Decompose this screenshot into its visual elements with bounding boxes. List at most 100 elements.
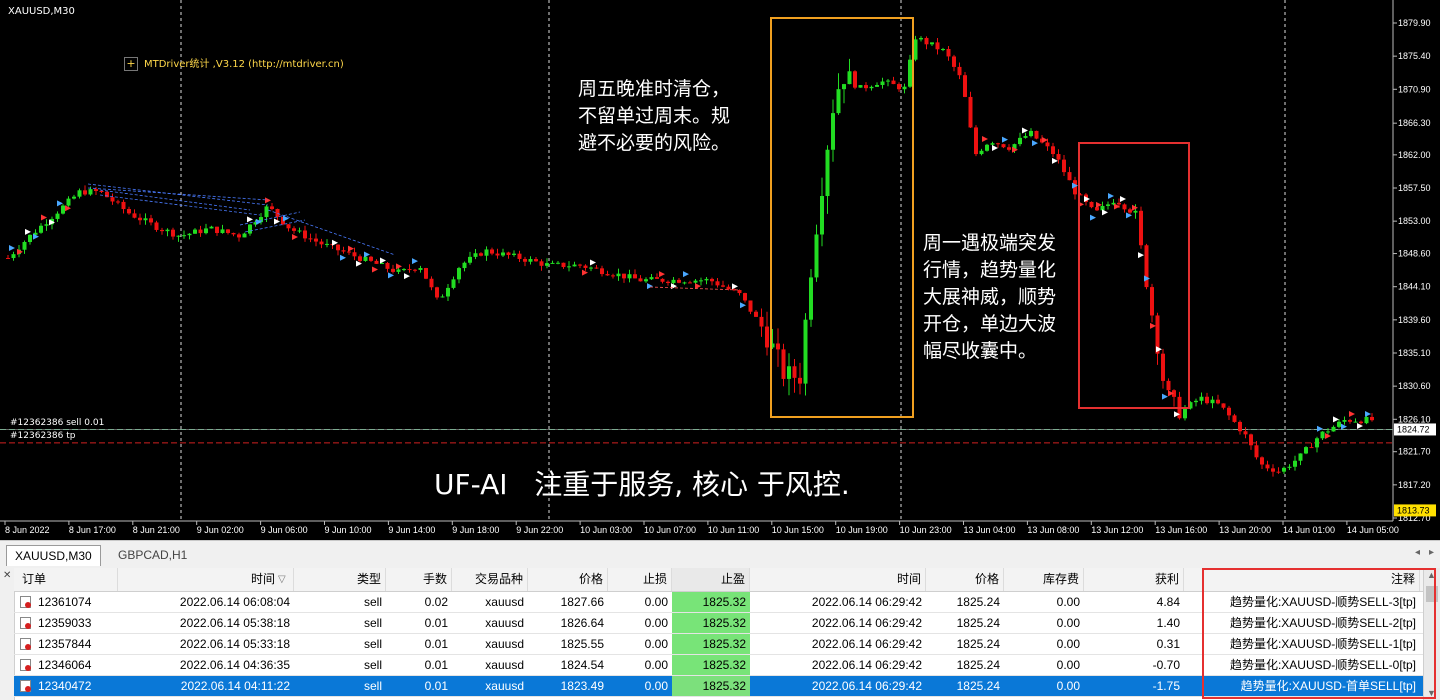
candle-body: [380, 263, 384, 265]
trade-marker: [412, 258, 418, 265]
candle-body: [1276, 471, 1281, 473]
tab-gbpcad-h1[interactable]: GBPCAD,H1: [110, 545, 195, 565]
cell-symbol: xauusd: [485, 616, 524, 630]
candle-body: [1133, 210, 1138, 213]
time-tick-label: 13 Jun 12:00: [1091, 525, 1143, 535]
candle-body: [935, 42, 940, 50]
candle-body: [578, 264, 582, 266]
table-row[interactable]: 12361074 2022.06.14 06:08:04 sell 0.02 xauus…: [14, 592, 1424, 613]
cell-profit: -1.75: [1152, 679, 1180, 693]
trade-marker: [283, 215, 289, 222]
column-header-type[interactable]: 类型: [294, 568, 386, 591]
candle-body: [556, 262, 560, 264]
column-header-open-price[interactable]: 价格: [528, 568, 608, 591]
column-header-open-time[interactable]: 时间: [118, 568, 294, 591]
table-row[interactable]: 12340472 2022.06.14 04:11:22 sell 0.01 xauus…: [14, 676, 1424, 697]
candle-body: [693, 280, 698, 283]
table-row[interactable]: 12357844 2022.06.14 05:33:18 sell 0.01 xauus…: [14, 634, 1424, 655]
candle-body: [902, 86, 907, 90]
scroll-left-icon[interactable]: ◂: [1415, 547, 1420, 558]
candle-body: [748, 300, 753, 312]
cell-close-time: 2022.06.14 06:29:42: [811, 679, 922, 693]
candle-body: [776, 343, 780, 350]
candle-body: [990, 143, 995, 145]
column-header-comment[interactable]: 注释: [1184, 568, 1420, 591]
candle-body: [545, 263, 549, 266]
price-chart[interactable]: 1879.90 1875.40 1870.90 1866.30 1862.00 1857.…: [0, 0, 1440, 540]
scroll-up-icon[interactable]: ▲: [1427, 570, 1436, 580]
candle-body: [600, 268, 604, 275]
candle-body: [589, 267, 593, 269]
candle-body: [930, 42, 934, 45]
candle-body: [836, 89, 841, 114]
candle-body: [699, 280, 703, 282]
cell-sl: 0.00: [644, 595, 668, 609]
candle-body: [1271, 468, 1275, 472]
time-tick-label: 10 Jun 11:00: [708, 525, 759, 535]
scroll-thumb[interactable]: [1426, 586, 1438, 602]
candle-body: [963, 75, 967, 97]
table-header: 订单 时间 类型 手数 交易品种 价格 止损 止盈 时间 价格 库存费 获利 注释 ▽: [14, 568, 1424, 592]
cell-type: sell: [363, 595, 382, 609]
cell-lots: 0.01: [424, 679, 448, 693]
column-header-tp[interactable]: 止盈: [672, 568, 750, 591]
annotation-friday: 周五晚准时清仓， 不留单过周末。规 避不必要的风险。: [578, 78, 731, 154]
column-header-lots[interactable]: 手数: [386, 568, 452, 591]
trade-marker: [992, 144, 998, 151]
plus-icon[interactable]: +: [124, 57, 138, 71]
friday-highlight-box: [770, 17, 914, 418]
candle-body: [1150, 287, 1154, 316]
cell-sl: 0.00: [644, 637, 668, 651]
candle-body: [341, 250, 346, 252]
time-tick-label: 9 Jun 06:00: [261, 525, 308, 535]
cell-sl: 0.00: [644, 616, 668, 630]
column-header-close-time[interactable]: 时间: [750, 568, 926, 591]
candle-body: [270, 206, 274, 209]
candle-body: [638, 278, 643, 282]
candle-body: [1315, 438, 1319, 448]
scroll-down-icon[interactable]: ▼: [1427, 688, 1436, 698]
candle-body: [402, 269, 406, 271]
candle-body: [1342, 420, 1347, 422]
candle-body: [1309, 447, 1314, 449]
candle-body: [94, 189, 98, 192]
candle-body: [347, 251, 351, 253]
time-tick-label: 9 Jun 02:00: [197, 525, 244, 535]
candle-body: [765, 326, 769, 348]
candle-body: [1260, 457, 1264, 465]
price-tick-label: 1862.00: [1398, 150, 1431, 160]
candle-body: [880, 81, 885, 85]
candle-body: [704, 278, 709, 281]
candle-body: [1183, 408, 1187, 419]
column-header-order[interactable]: 订单: [14, 568, 118, 591]
candle-body: [677, 279, 681, 283]
candle-body: [110, 197, 115, 202]
tab-xauusd-m30[interactable]: XAUUSD,M30: [6, 545, 101, 566]
candle-body: [66, 198, 71, 206]
candle-body: [121, 201, 126, 210]
table-row[interactable]: 12346064 2022.06.14 04:36:35 sell 0.01 xauus…: [14, 655, 1424, 676]
cell-profit: -0.70: [1152, 658, 1180, 672]
cell-symbol: xauusd: [485, 658, 524, 672]
column-header-swap[interactable]: 库存费: [1004, 568, 1084, 591]
trade-marker: [1317, 425, 1323, 432]
trade-marker: [25, 228, 31, 235]
column-header-sl[interactable]: 止损: [608, 568, 672, 591]
candle-body: [374, 260, 379, 264]
table-row[interactable]: 12359033 2022.06.14 05:38:18 sell 0.01 xauus…: [14, 613, 1424, 634]
candle-body: [1326, 431, 1330, 433]
table-scrollbar[interactable]: ▲ ▼: [1423, 568, 1440, 700]
candle-body: [462, 262, 467, 269]
cell-tp: 1825.32: [672, 676, 750, 696]
cell-open-price: 1824.54: [560, 658, 604, 672]
column-header-close-price[interactable]: 价格: [926, 568, 1004, 591]
trade-marker: [57, 200, 63, 207]
column-header-symbol[interactable]: 交易品种: [452, 568, 528, 591]
scroll-right-icon[interactable]: ▸: [1429, 547, 1434, 558]
candle-body: [781, 349, 786, 379]
candle-body: [1232, 415, 1237, 422]
sort-desc-icon[interactable]: ▽: [278, 568, 286, 591]
close-icon[interactable]: ✕: [3, 570, 11, 581]
cell-lots: 0.02: [424, 595, 448, 609]
column-header-profit[interactable]: 获利: [1084, 568, 1184, 591]
